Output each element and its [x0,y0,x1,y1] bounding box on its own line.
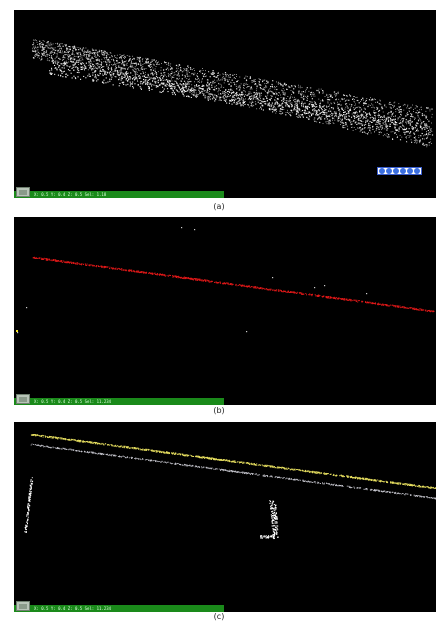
navigation-cube-icon[interactable] [16,394,30,404]
point-cloud-b [16,227,435,334]
caption-c: (c) [213,612,225,621]
point-cloud-viewport-b[interactable] [14,217,436,398]
pan-icon[interactable] [386,168,392,174]
status-coordinates-c: X: 0.5 Y: 0.4 Z: 0.5 Sel: 11.234 [34,606,112,611]
view-toolbar [377,167,422,175]
viewer-panel-c: X: 0.5 Y: 0.4 Z: 0.5 Sel: 11.234 [14,422,436,612]
point-cloud-c [24,434,436,540]
status-coordinates-a: X: 0.5 Y: 0.4 Z: 0.5 Sel: 1.18 [34,192,107,197]
measure-icon[interactable] [407,168,413,174]
caption-a: (a) [213,202,225,211]
navigation-cube-icon[interactable] [16,601,30,611]
point-cloud-viewport-a[interactable] [14,10,436,191]
settings-icon[interactable] [414,168,420,174]
zoom-icon[interactable] [393,168,399,174]
point-cloud-viewport-c[interactable] [14,422,436,605]
status-bar-a: X: 0.5 Y: 0.4 Z: 0.5 Sel: 1.18 [14,191,224,198]
status-bar-c: X: 0.5 Y: 0.4 Z: 0.5 Sel: 11.234 [14,605,224,612]
status-coordinates-b: X: 0.5 Y: 0.4 Z: 0.5 Sel: 11.234 [34,399,112,404]
status-bar-b: X: 0.5 Y: 0.4 Z: 0.5 Sel: 11.234 [14,398,224,405]
viewer-panel-b: X: 0.5 Y: 0.4 Z: 0.5 Sel: 11.234 [14,217,436,405]
fit-icon[interactable] [400,168,406,174]
navigation-cube-icon[interactable] [16,187,30,197]
viewer-panel-a: X: 0.5 Y: 0.4 Z: 0.5 Sel: 1.18 [14,10,436,198]
point-cloud-a [32,39,434,148]
caption-b: (b) [213,406,225,415]
rotate-icon[interactable] [379,168,385,174]
